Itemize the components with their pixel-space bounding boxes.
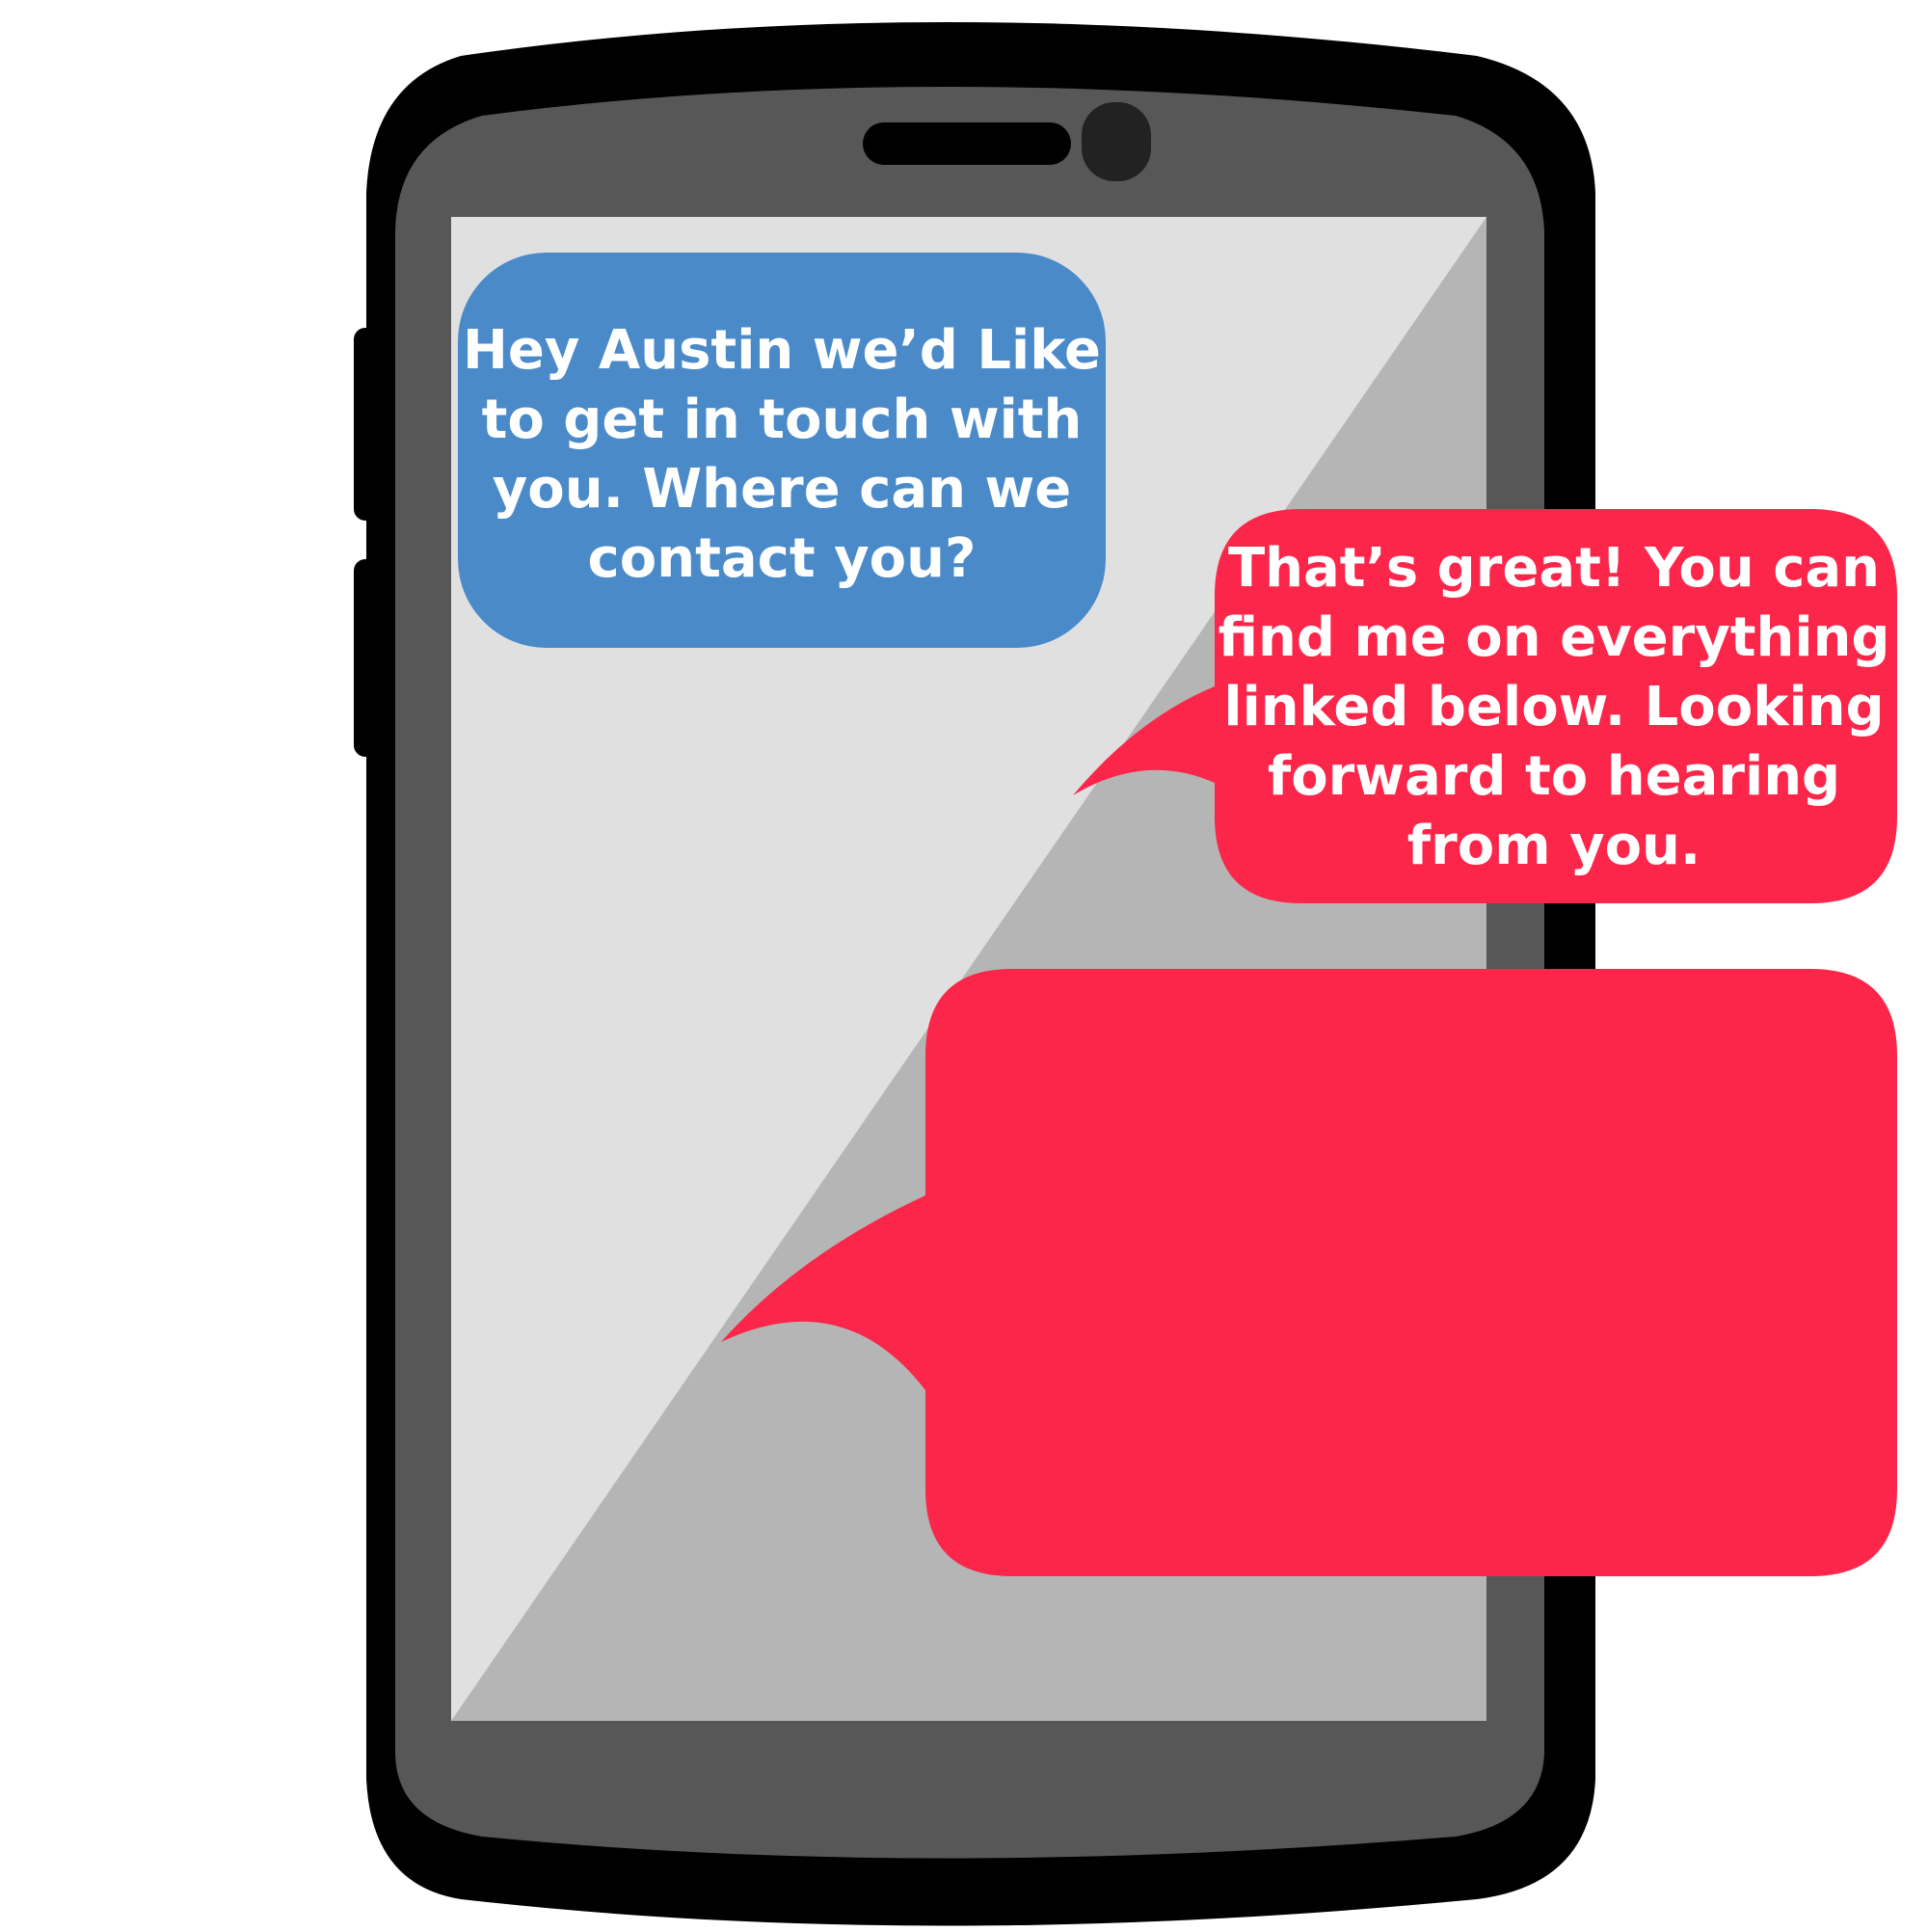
reply-message-text: That’s great! You can find me on everyth…: [1217, 534, 1891, 881]
reply-message-line: linked below. Looking: [1223, 676, 1885, 738]
reply-message-line: That’s great! You can: [1227, 537, 1881, 600]
incoming-message-text: Hey Austin we’d Like to get in touch wit…: [458, 316, 1106, 594]
reply-message-line: from you.: [1406, 815, 1701, 877]
incoming-message-line: Hey Austin we’d Like: [463, 319, 1101, 382]
reply-message-line: forward to hearing: [1267, 745, 1841, 808]
phone-message-illustration: Hey Austin we’d Like to get in touch wit…: [0, 0, 1928, 1928]
illustration-canvas: [354, 22, 1897, 1926]
incoming-message-line: you. Where can we: [492, 458, 1072, 521]
incoming-message-line: to get in touch with: [481, 389, 1083, 451]
reply-message-line: find me on everything: [1218, 606, 1890, 669]
incoming-message-line: contact you?: [587, 527, 977, 590]
front-camera-icon: [1082, 102, 1151, 181]
speaker-grille-icon: [863, 122, 1071, 165]
